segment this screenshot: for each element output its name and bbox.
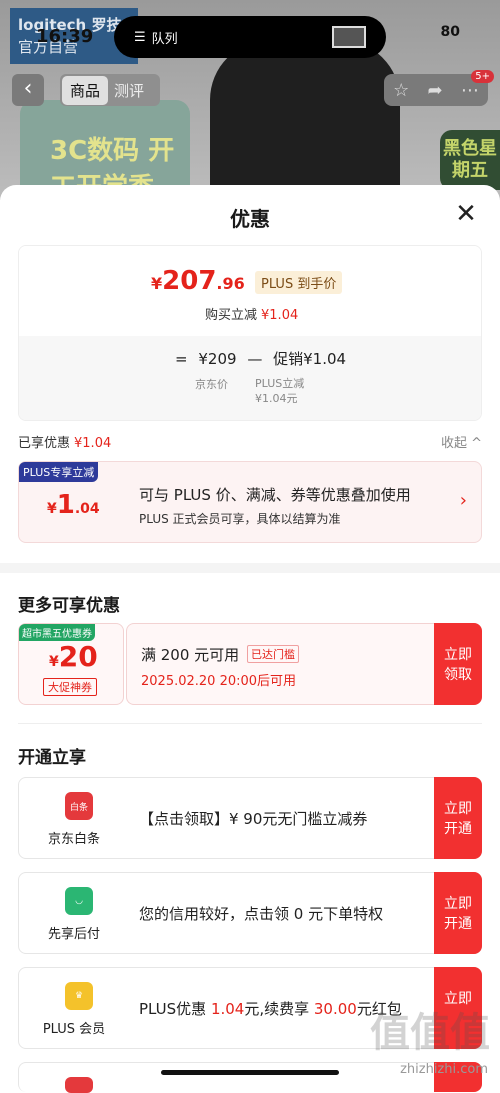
black-friday-badge: 黑色星期五 — [440, 130, 500, 190]
close-icon[interactable]: ✕ — [452, 201, 480, 229]
service-desc: 您的信用较好，点击领 0 元下单特权 — [139, 905, 384, 923]
open-enjoy-heading: 开通立享 — [18, 748, 86, 768]
service-baitiao[interactable]: 白条 京东白条 【点击领取】¥ 90元无门槛立减券 立即开通 — [18, 777, 482, 859]
coupon-details: 满 200 元可用 已达门槛 2025.02.20 20:00后可用 — [126, 623, 436, 705]
bag-icon: ◡ — [65, 887, 93, 915]
open-pay-later-button[interactable]: 立即开通 — [434, 872, 482, 954]
claim-coupon-button[interactable]: 立即领取 — [434, 623, 482, 705]
open-baitiao-button[interactable]: 立即开通 — [434, 777, 482, 859]
coupon-sub: 大促神券 — [43, 678, 97, 696]
plus-offer-card[interactable]: PLUS专享立减 ¥1.04 可与 PLUS 价、满减、券等优惠叠加使用 PLU… — [18, 461, 482, 543]
price-formula: = ¥209 — 促销¥1.04 — [175, 350, 347, 368]
tab-product[interactable]: 商品 — [62, 75, 109, 105]
section-divider — [0, 563, 500, 573]
buy-reduce: 购买立减 ¥1.04 — [205, 308, 299, 323]
coupon-threshold-badge: 已达门槛 — [247, 645, 299, 663]
coupon-value: 超市黑五优惠券 ¥20 大促神券 — [18, 623, 124, 705]
share-icon[interactable]: ➦ — [428, 80, 443, 101]
plus-offer-tag: PLUS专享立减 — [19, 462, 99, 482]
watermark-url: zhizhizhi.com — [400, 1062, 488, 1077]
final-price: ¥207.96 — [151, 266, 245, 296]
coupon-amount: ¥20 — [49, 640, 98, 673]
plus-offer-note: PLUS 正式会员可享，具体以结算为准 — [139, 512, 341, 526]
plus-reduce-label: PLUS立减 ¥1.04元 — [255, 377, 305, 405]
service-name: PLUS 会员 — [42, 1022, 106, 1037]
dynamic-island[interactable]: ☰ 队列 — [114, 16, 386, 58]
price-card: ¥207.96 PLUS 到手价 购买立减 ¥1.04 = ¥209 — 促销¥1… — [18, 245, 482, 421]
jd-price-label: 京东价 — [195, 378, 228, 391]
crown-icon: ♛ — [65, 982, 93, 1010]
enjoyed-discount: 已享优惠 ¥1.04 — [18, 436, 112, 451]
coupon-condition: 满 200 元可用 — [141, 646, 240, 664]
discount-sheet: 优惠 ✕ ¥207.96 PLUS 到手价 购买立减 ¥1.04 = ¥209 —… — [0, 185, 500, 1093]
service-pay-later[interactable]: ◡ 先享后付 您的信用较好，点击领 0 元下单特权 立即开通 — [18, 872, 482, 954]
service-desc: 【点击领取】¥ 90元无门槛立减券 — [139, 810, 368, 828]
more-offers-heading: 更多可享优惠 — [18, 596, 120, 616]
chevron-right-icon[interactable]: › — [460, 490, 467, 511]
favorite-icon[interactable]: ☆ — [393, 80, 409, 101]
baitiao-icon: 白条 — [65, 792, 93, 820]
collapse-button[interactable]: 收起 ^ — [441, 432, 482, 451]
coupon-time: 2025.02.20 20:00后可用 — [141, 674, 297, 689]
service-next-icon — [65, 1077, 93, 1093]
queue-thumbnail — [332, 26, 366, 48]
divider — [18, 723, 482, 724]
back-button[interactable]: ‹ — [12, 74, 44, 106]
service-desc: PLUS优惠 1.04元,续费享 30.00元红包 — [139, 1000, 402, 1018]
plus-offer-desc: 可与 PLUS 价、满减、券等优惠叠加使用 — [139, 486, 411, 504]
plus-price-tag: PLUS 到手价 — [255, 271, 343, 294]
watermark-logo: 值值值 — [370, 1010, 490, 1056]
sheet-title: 优惠 — [230, 207, 270, 231]
product-image — [210, 40, 400, 200]
queue-label: 队列 — [151, 31, 178, 47]
coupon-card: 超市黑五优惠券 ¥20 大促神券 满 200 元可用 已达门槛 2025.02.… — [18, 623, 482, 705]
plus-offer-amount: ¥1.04 — [47, 490, 100, 520]
message-count-badge: 5+ — [471, 70, 494, 83]
service-name: 先享后付 — [47, 927, 100, 942]
home-indicator[interactable] — [161, 1070, 339, 1075]
queue-icon: ☰ — [134, 29, 146, 45]
status-time: 16:39 — [36, 26, 94, 47]
nav-tabs: 商品 测评 — [60, 74, 160, 106]
coupon-tag: 超市黑五优惠券 — [19, 624, 95, 641]
service-name: 京东白条 — [47, 832, 100, 847]
tab-review[interactable]: 测评 — [108, 76, 150, 105]
battery-indicator: 80 — [440, 24, 460, 40]
